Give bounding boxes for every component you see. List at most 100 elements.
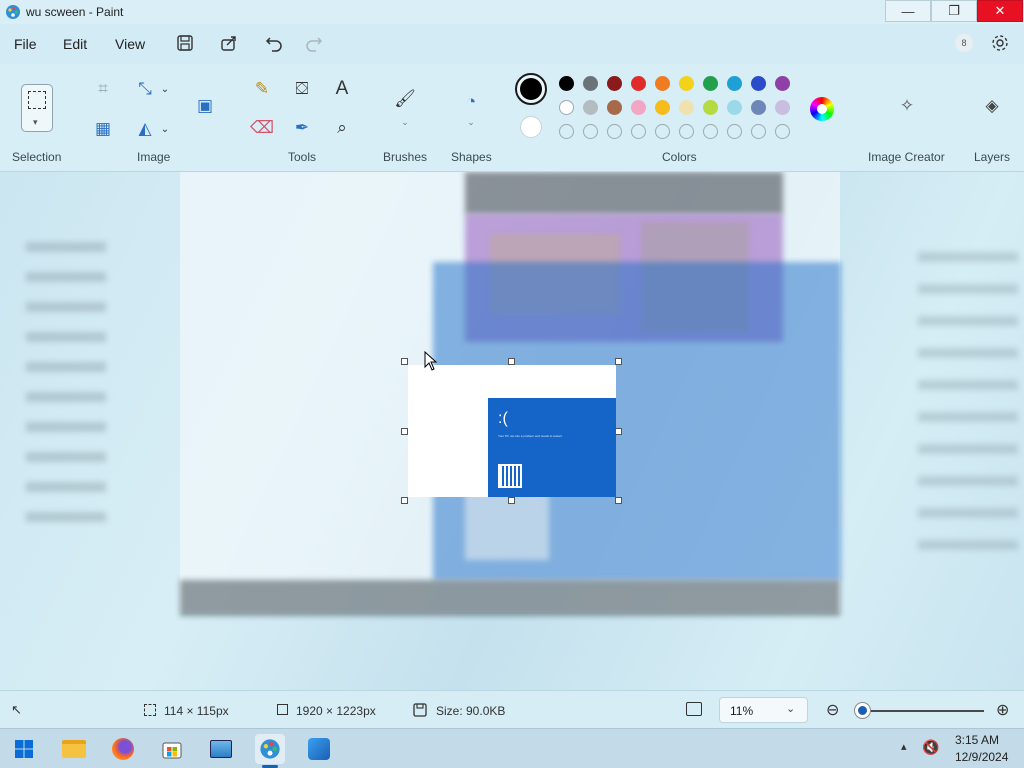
primary-color[interactable]	[515, 73, 547, 105]
canvas-workspace[interactable]: :( Your PC ran into a problem and needs …	[0, 172, 1024, 690]
color-swatch[interactable]	[727, 100, 742, 115]
custom-color-slot[interactable]	[655, 124, 670, 139]
fill-bucket-icon[interactable]: ⛋	[291, 78, 313, 100]
custom-color-slot[interactable]	[679, 124, 694, 139]
color-swatch[interactable]	[775, 76, 790, 91]
color-picker-icon[interactable]: ✒	[291, 117, 313, 139]
paint-taskbar-icon[interactable]	[255, 734, 285, 764]
color-swatch[interactable]	[727, 76, 742, 91]
color-wheel-icon[interactable]	[810, 97, 834, 121]
color-swatch[interactable]	[583, 100, 598, 115]
brush-icon[interactable]: 🖌	[394, 86, 416, 112]
rotate-icon[interactable]: ◭	[134, 119, 156, 139]
file-explorer-taskbar-icon[interactable]	[59, 734, 89, 764]
crop-icon[interactable]: ⌗	[92, 79, 114, 99]
title-bar: wu scween - Paint — ❐ ✕	[0, 0, 1024, 24]
image-group-label: Image	[137, 150, 171, 164]
pencil-icon[interactable]: ✎	[251, 78, 273, 100]
color-swatch[interactable]	[655, 76, 670, 91]
photos-taskbar-icon[interactable]	[304, 734, 334, 764]
menu-file[interactable]: File	[14, 36, 37, 52]
color-swatch[interactable]	[703, 100, 718, 115]
color-swatch[interactable]	[703, 76, 718, 91]
eraser-icon[interactable]: ⌫	[250, 117, 274, 139]
chevron-down-icon[interactable]: ⌄	[398, 116, 412, 128]
pasted-selection-image[interactable]: :( Your PC ran into a problem and needs …	[408, 365, 616, 497]
save-icon[interactable]	[174, 32, 196, 54]
bsod-qr-code	[498, 464, 522, 488]
secondary-color[interactable]	[520, 116, 542, 138]
resize-handle-bottom-right[interactable]	[615, 497, 622, 504]
custom-color-slot[interactable]	[751, 124, 766, 139]
color-swatch[interactable]	[655, 100, 670, 115]
resize-handle-top-left[interactable]	[401, 358, 408, 365]
undo-icon[interactable]	[263, 32, 285, 54]
layers-icon[interactable]: ◈	[980, 94, 1004, 118]
shapes-group-label: Shapes	[451, 150, 492, 164]
chevron-down-icon[interactable]: ⌄	[158, 79, 172, 99]
color-swatch[interactable]	[607, 76, 622, 91]
custom-color-slot[interactable]	[607, 124, 622, 139]
selection-tool-button[interactable]: ▾	[21, 84, 53, 132]
select-all-icon[interactable]: ▦	[92, 119, 114, 139]
gear-icon[interactable]	[989, 32, 1011, 54]
resize-handle-right[interactable]	[615, 428, 622, 435]
color-swatch[interactable]	[559, 100, 574, 115]
custom-color-slot[interactable]	[631, 124, 646, 139]
color-swatch[interactable]	[679, 76, 694, 91]
image-creator-label[interactable]: Image Creator	[868, 150, 945, 164]
zoom-slider-thumb[interactable]	[855, 703, 870, 718]
custom-color-slot[interactable]	[703, 124, 718, 139]
minimize-button[interactable]: —	[885, 0, 931, 22]
custom-color-slot[interactable]	[775, 124, 790, 139]
resize-handle-top-right[interactable]	[615, 358, 622, 365]
color-swatch[interactable]	[631, 76, 646, 91]
share-icon[interactable]	[218, 32, 240, 54]
color-swatch[interactable]	[751, 100, 766, 115]
color-swatch[interactable]	[679, 100, 694, 115]
close-button[interactable]: ✕	[977, 0, 1023, 22]
resize-handle-bottom[interactable]	[508, 497, 515, 504]
resize-handle-left[interactable]	[401, 428, 408, 435]
color-swatch[interactable]	[631, 100, 646, 115]
resize-handle-bottom-left[interactable]	[401, 497, 408, 504]
maximize-button[interactable]: ❐	[931, 0, 977, 22]
start-button[interactable]	[9, 734, 39, 764]
chevron-down-icon[interactable]: ⌄	[464, 116, 478, 128]
menu-edit[interactable]: Edit	[63, 36, 87, 52]
color-swatch[interactable]	[583, 76, 598, 91]
fit-to-window-icon[interactable]	[686, 702, 702, 716]
layers-label[interactable]: Layers	[974, 150, 1010, 164]
custom-color-slot[interactable]	[559, 124, 574, 139]
control-panel-taskbar-icon[interactable]	[206, 734, 236, 764]
account-avatar[interactable]: 8	[955, 34, 973, 52]
clock-time[interactable]: 3:15 AM	[955, 733, 999, 747]
menu-view[interactable]: View	[115, 36, 145, 52]
resize-icon[interactable]: ⤡	[134, 79, 156, 99]
image-background-icon[interactable]: ▣	[193, 94, 217, 118]
speaker-muted-icon[interactable]: 🔇	[922, 739, 939, 756]
microsoft-store-taskbar-icon[interactable]	[157, 734, 187, 764]
text-tool-icon[interactable]: A	[331, 78, 353, 100]
rectangle-selection-icon	[28, 91, 46, 109]
custom-color-slot[interactable]	[727, 124, 742, 139]
zoom-slider-track[interactable]	[860, 710, 984, 712]
colors-group-label: Colors	[662, 150, 697, 164]
zoom-out-icon[interactable]: ⊖	[826, 700, 839, 720]
custom-color-slot[interactable]	[583, 124, 598, 139]
redo-icon[interactable]	[303, 32, 325, 54]
image-creator-icon[interactable]: ✧	[895, 94, 919, 118]
color-swatch[interactable]	[607, 100, 622, 115]
clock-date[interactable]: 12/9/2024	[955, 750, 1008, 764]
show-hidden-icons-chevron-icon[interactable]: ▴	[901, 740, 907, 753]
chevron-down-icon[interactable]: ⌄	[158, 119, 172, 139]
color-swatch[interactable]	[751, 76, 766, 91]
zoom-in-icon[interactable]: ⊕	[996, 700, 1009, 720]
zoom-level-dropdown[interactable]: 11% ⌄	[719, 697, 808, 723]
shapes-icon[interactable]: ◔	[459, 90, 483, 114]
color-swatch[interactable]	[559, 76, 574, 91]
color-swatch[interactable]	[775, 100, 790, 115]
firefox-taskbar-icon[interactable]	[108, 734, 138, 764]
magnifier-icon[interactable]: ⌕	[331, 117, 353, 139]
resize-handle-top[interactable]	[508, 358, 515, 365]
